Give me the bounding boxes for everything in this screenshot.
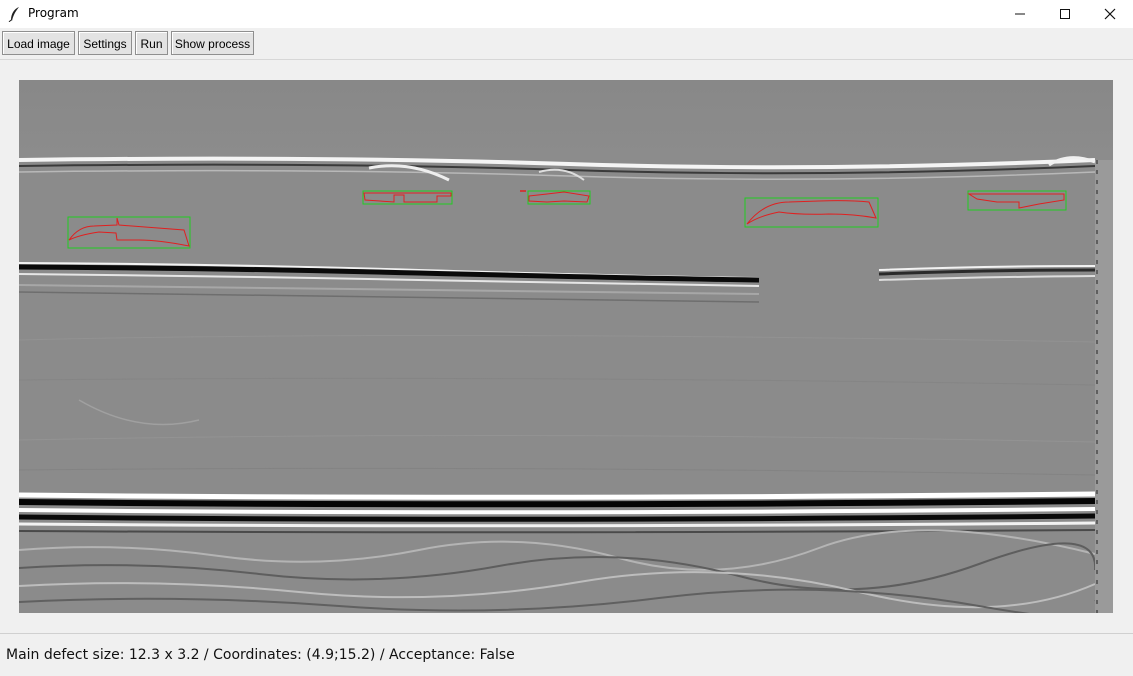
feather-icon (8, 7, 19, 22)
close-button[interactable] (1087, 0, 1133, 28)
image-canvas[interactable] (18, 80, 1113, 620)
scan-image (18, 80, 1113, 620)
run-button[interactable]: Run (135, 31, 168, 55)
window-title: Program (28, 6, 79, 20)
show-process-button[interactable]: Show process (171, 31, 254, 55)
maximize-button[interactable] (1042, 0, 1088, 28)
settings-button[interactable]: Settings (78, 31, 132, 55)
load-image-button[interactable]: Load image (2, 31, 75, 55)
close-icon (1104, 8, 1116, 20)
status-separator (0, 633, 1133, 634)
minimize-icon (1015, 13, 1025, 15)
minimize-button[interactable] (997, 0, 1043, 28)
title-bar: Program (0, 0, 1133, 28)
toolbar: Load image Settings Run Show process (0, 29, 1133, 60)
status-text: Main defect size: 12.3 x 3.2 / Coordinat… (6, 647, 515, 663)
maximize-icon (1060, 9, 1070, 19)
